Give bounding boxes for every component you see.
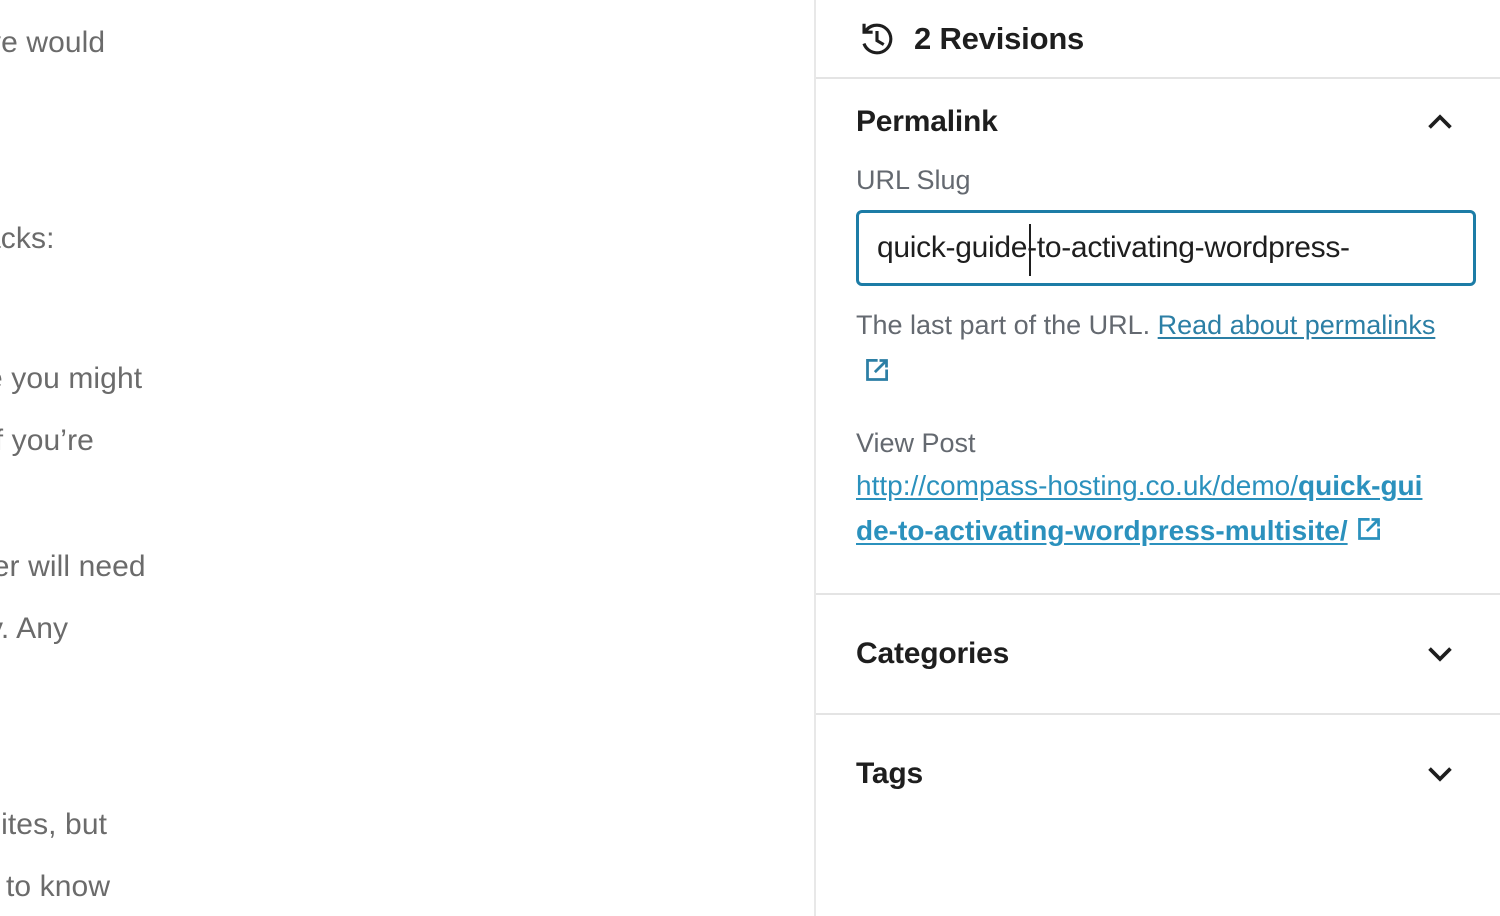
- chevron-down-icon[interactable]: [1420, 754, 1460, 794]
- editor-text-line: y. Any: [0, 612, 69, 645]
- post-settings-sidebar: 2 Revisions Permalink URL Slug The last …: [816, 0, 1500, 916]
- view-post-label: View Post: [856, 428, 976, 458]
- view-post-link[interactable]: http://compass-hosting.co.uk/demo/quick-…: [856, 470, 1422, 546]
- editor-text-line: ler will need: [0, 550, 146, 583]
- url-slug-input[interactable]: [859, 213, 1473, 283]
- editor-text-line: e you might: [0, 362, 143, 395]
- read-about-permalinks-label: Read about permalinks: [1157, 310, 1436, 340]
- categories-panel-title: Categories: [856, 637, 1010, 670]
- editor-text-line: acks:: [0, 222, 55, 255]
- revisions-button[interactable]: 2 Revisions: [816, 0, 1500, 77]
- chevron-up-icon[interactable]: [1420, 102, 1460, 142]
- external-link-icon: [866, 359, 888, 381]
- read-about-permalinks-link[interactable]: Read about permalinks: [1158, 310, 1436, 340]
- permalink-panel-title: Permalink: [856, 105, 998, 138]
- revisions-label: 2 Revisions: [914, 20, 1085, 56]
- permalink-panel-body: URL Slug The last part of the URL. Read …: [816, 165, 1500, 553]
- url-slug-input-wrapper[interactable]: [856, 210, 1476, 286]
- help-text-static: The last part of the URL.: [856, 310, 1151, 340]
- post-content-editor[interactable]: ve would acks: e you might if you’re ler…: [0, 0, 816, 916]
- tags-panel-title: Tags: [856, 757, 923, 790]
- external-link-icon: [1357, 518, 1380, 540]
- url-slug-label: URL Slug: [856, 165, 971, 195]
- editor-text-line: to know: [6, 870, 111, 903]
- chevron-down-icon[interactable]: [1420, 634, 1460, 674]
- tags-panel-toggle[interactable]: Tags: [816, 715, 1500, 833]
- editor-text-line: sites, but: [0, 808, 108, 841]
- wordpress-post-editor-screen: ve would acks: e you might if you’re ler…: [0, 0, 1500, 916]
- text-caret: [1029, 224, 1031, 276]
- editor-text-line: if you’re: [0, 424, 94, 457]
- permalink-panel-toggle[interactable]: Permalink: [816, 79, 1500, 165]
- revision-clock-icon: [862, 23, 893, 54]
- url-slug-help-text: The last part of the URL. Read about per…: [856, 302, 1446, 396]
- view-post-url-container: http://compass-hosting.co.uk/demo/quick-…: [856, 463, 1436, 553]
- view-post-url-base: http://compass-hosting.co.uk/demo/: [856, 470, 1298, 501]
- editor-text-line: ve would: [0, 26, 106, 59]
- categories-panel-toggle[interactable]: Categories: [816, 595, 1500, 713]
